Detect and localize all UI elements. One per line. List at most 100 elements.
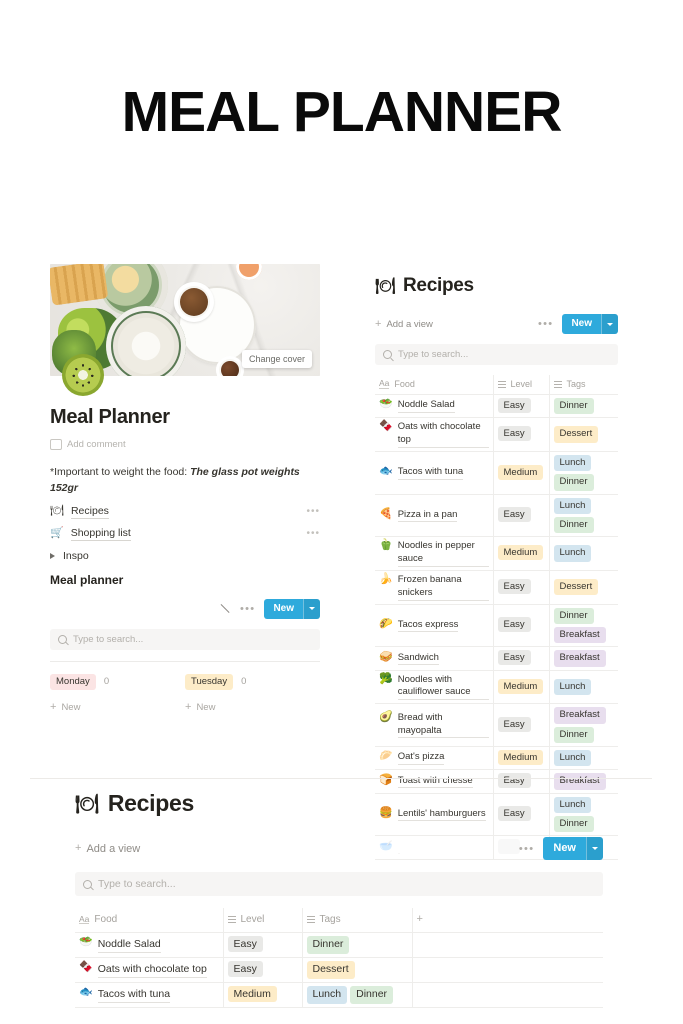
cell-tags[interactable]: Lunch bbox=[548, 670, 618, 705]
table-row[interactable]: 🥟 Oat's pizza Medium Lunch bbox=[375, 746, 618, 771]
cell-food[interactable]: 🥟 Oat's pizza bbox=[375, 746, 493, 771]
cell-food[interactable]: 🍫 Oats with chocolate top bbox=[75, 957, 223, 983]
table-row[interactable]: 🍕 Pizza in a pan Easy Lunch Dinner bbox=[375, 494, 618, 538]
cell-food[interactable]: 🐟 Tacos with tuna bbox=[75, 982, 223, 1008]
cell-level[interactable]: Easy bbox=[222, 957, 302, 983]
board-more-button[interactable]: ••• bbox=[240, 603, 255, 615]
recipes-more-button[interactable]: ••• bbox=[538, 318, 553, 330]
tag-badge: Breakfast bbox=[553, 773, 606, 790]
cell-food[interactable]: 🍕 Pizza in a pan bbox=[375, 494, 493, 538]
link-shopping-list-menu[interactable]: ••• bbox=[306, 528, 320, 539]
tag-badge: Lunch bbox=[306, 986, 348, 1004]
cell-level[interactable]: Easy bbox=[222, 932, 302, 958]
cell-food[interactable]: 🐟 Tacos with tuna bbox=[375, 451, 493, 495]
cell-level[interactable]: Medium bbox=[492, 746, 549, 771]
status-badge-monday[interactable]: Monday bbox=[50, 673, 96, 690]
column-header-food[interactable]: Aa Food bbox=[75, 908, 223, 933]
table-row[interactable]: 🍫 Oats with chocolate top Easy Dessert bbox=[75, 957, 603, 983]
table-row[interactable]: 🐟 Tacos with tuna Medium Lunch Dinner bbox=[375, 451, 618, 495]
board-search-input[interactable]: Type to search... bbox=[50, 628, 320, 650]
column-header-level[interactable]: Level bbox=[492, 375, 549, 395]
cell-tags[interactable]: Dessert bbox=[301, 957, 412, 983]
cell-tags[interactable]: Breakfast Dinner bbox=[548, 703, 618, 747]
cell-food[interactable]: 🥑 Bread with mayopalta bbox=[375, 703, 493, 747]
table-row[interactable]: 🥗 Noddle Salad Easy Dinner bbox=[375, 394, 618, 419]
cell-level[interactable]: Easy bbox=[492, 703, 549, 747]
toggle-inspo[interactable]: Inspo bbox=[50, 550, 320, 562]
column-header-tags[interactable]: Tags bbox=[301, 908, 412, 933]
cell-food[interactable]: 🍌 Frozen banana snickers bbox=[375, 570, 493, 605]
table-row[interactable]: 🥑 Bread with mayopalta Easy Breakfast Dinner bbox=[375, 703, 618, 747]
recipes-search-input[interactable]: Type to search... bbox=[375, 344, 618, 365]
table-row[interactable]: 🥗 Noddle Salad Easy Dinner bbox=[75, 932, 603, 958]
cell-tags[interactable]: Dessert bbox=[548, 417, 618, 452]
row-emoji-icon: 🐟 bbox=[79, 986, 93, 999]
link-recipes-menu[interactable]: ••• bbox=[306, 506, 320, 517]
cell-level[interactable]: Easy bbox=[492, 417, 549, 452]
board-new-dropdown[interactable] bbox=[303, 598, 320, 619]
column-header-tags[interactable]: Tags bbox=[548, 375, 618, 395]
cell-tags[interactable]: Lunch bbox=[548, 746, 618, 771]
recipes-new-button-large[interactable]: New bbox=[543, 837, 603, 860]
cell-level[interactable]: Medium bbox=[492, 451, 549, 495]
cell-tags[interactable]: Dinner Breakfast bbox=[548, 604, 618, 648]
board-new-button[interactable]: New bbox=[264, 598, 320, 619]
meal-planner-heading: Meal planner bbox=[50, 572, 124, 587]
board-column-tuesday-new-button[interactable]: + New bbox=[185, 701, 320, 713]
cell-level[interactable]: Easy bbox=[492, 604, 549, 648]
add-a-view-button-large[interactable]: + Add a view bbox=[75, 843, 140, 855]
table-row[interactable]: 🥦 Noodles with cauliflower sauce Medium Lun… bbox=[375, 670, 618, 705]
column-header-level[interactable]: Level bbox=[222, 908, 302, 933]
recipes-more-button-large[interactable]: ••• bbox=[519, 843, 534, 855]
link-shopping-list[interactable]: 🛒 Shopping list ••• bbox=[50, 527, 320, 541]
cell-level[interactable]: Easy bbox=[492, 494, 549, 538]
cell-food[interactable]: 🥪 Sandwich bbox=[375, 646, 493, 671]
cell-level[interactable]: Easy bbox=[492, 570, 549, 605]
cell-food[interactable]: 🥗 Noddle Salad bbox=[375, 394, 493, 419]
link-recipes[interactable]: 🍽 Recipes ••• bbox=[50, 505, 320, 519]
cell-tags[interactable]: Dessert bbox=[548, 570, 618, 605]
cell-tags[interactable]: Breakfast bbox=[548, 646, 618, 671]
level-badge: Easy bbox=[227, 961, 263, 978]
recipes-new-button[interactable]: New bbox=[562, 314, 618, 334]
cell-food[interactable]: 🥗 Noddle Salad bbox=[75, 932, 223, 958]
cell-food[interactable]: 🍫 Oats with chocolate top bbox=[375, 417, 493, 452]
recipes-new-dropdown[interactable] bbox=[601, 314, 618, 334]
add-a-view-button[interactable]: + Add a view bbox=[375, 318, 433, 330]
cell-tags[interactable]: Lunch Dinner bbox=[548, 494, 618, 538]
cell-tags[interactable]: Dinner bbox=[548, 394, 618, 419]
expand-icon[interactable] bbox=[220, 603, 231, 614]
chevron-right-icon[interactable] bbox=[50, 552, 55, 559]
column-header-add[interactable]: + bbox=[411, 908, 603, 933]
status-badge-tuesday[interactable]: Tuesday bbox=[185, 673, 234, 690]
document-title[interactable]: Meal Planner bbox=[50, 406, 320, 429]
cell-level[interactable]: Medium bbox=[492, 536, 549, 571]
cell-level[interactable]: Medium bbox=[222, 982, 302, 1008]
cell-tags[interactable]: Lunch Dinner bbox=[548, 451, 618, 495]
cell-empty[interactable] bbox=[411, 982, 603, 1008]
table-row[interactable]: 🍫 Oats with chocolate top Easy Dessert bbox=[375, 417, 618, 452]
table-row[interactable]: 🥪 Sandwich Easy Breakfast bbox=[375, 646, 618, 671]
cell-level[interactable]: Easy bbox=[492, 394, 549, 419]
table-row[interactable]: 🫑 Noodles in pepper sauce Medium Lunch bbox=[375, 536, 618, 571]
cell-tags[interactable]: Lunch bbox=[548, 536, 618, 571]
cell-food[interactable]: 🌮 Tacos express bbox=[375, 604, 493, 648]
cell-tags[interactable]: Lunch Dinner bbox=[301, 982, 412, 1008]
recipes-search-input-large[interactable]: Type to search... bbox=[75, 872, 603, 896]
cell-empty[interactable] bbox=[411, 932, 603, 958]
cell-level[interactable]: Easy bbox=[492, 646, 549, 671]
cell-food[interactable]: 🥦 Noodles with cauliflower sauce bbox=[375, 670, 493, 705]
change-cover-button[interactable]: Change cover bbox=[241, 350, 312, 368]
cell-level[interactable]: Medium bbox=[492, 670, 549, 705]
table-row[interactable]: 🐟 Tacos with tuna Medium Lunch Dinner bbox=[75, 982, 603, 1008]
add-comment-button[interactable]: Add comment bbox=[50, 439, 320, 450]
cell-tags[interactable]: Dinner bbox=[301, 932, 412, 958]
cell-empty[interactable] bbox=[411, 957, 603, 983]
cell-food[interactable]: 🫑 Noodles in pepper sauce bbox=[375, 536, 493, 571]
table-row[interactable]: 🍌 Frozen banana snickers Easy Dessert bbox=[375, 570, 618, 605]
kiwi-icon[interactable] bbox=[62, 354, 104, 396]
column-header-food[interactable]: Aa Food bbox=[375, 375, 493, 395]
recipes-new-dropdown-large[interactable] bbox=[586, 837, 603, 860]
table-row[interactable]: 🌮 Tacos express Easy Dinner Breakfast bbox=[375, 604, 618, 648]
board-column-monday-new-button[interactable]: + New bbox=[50, 701, 185, 713]
